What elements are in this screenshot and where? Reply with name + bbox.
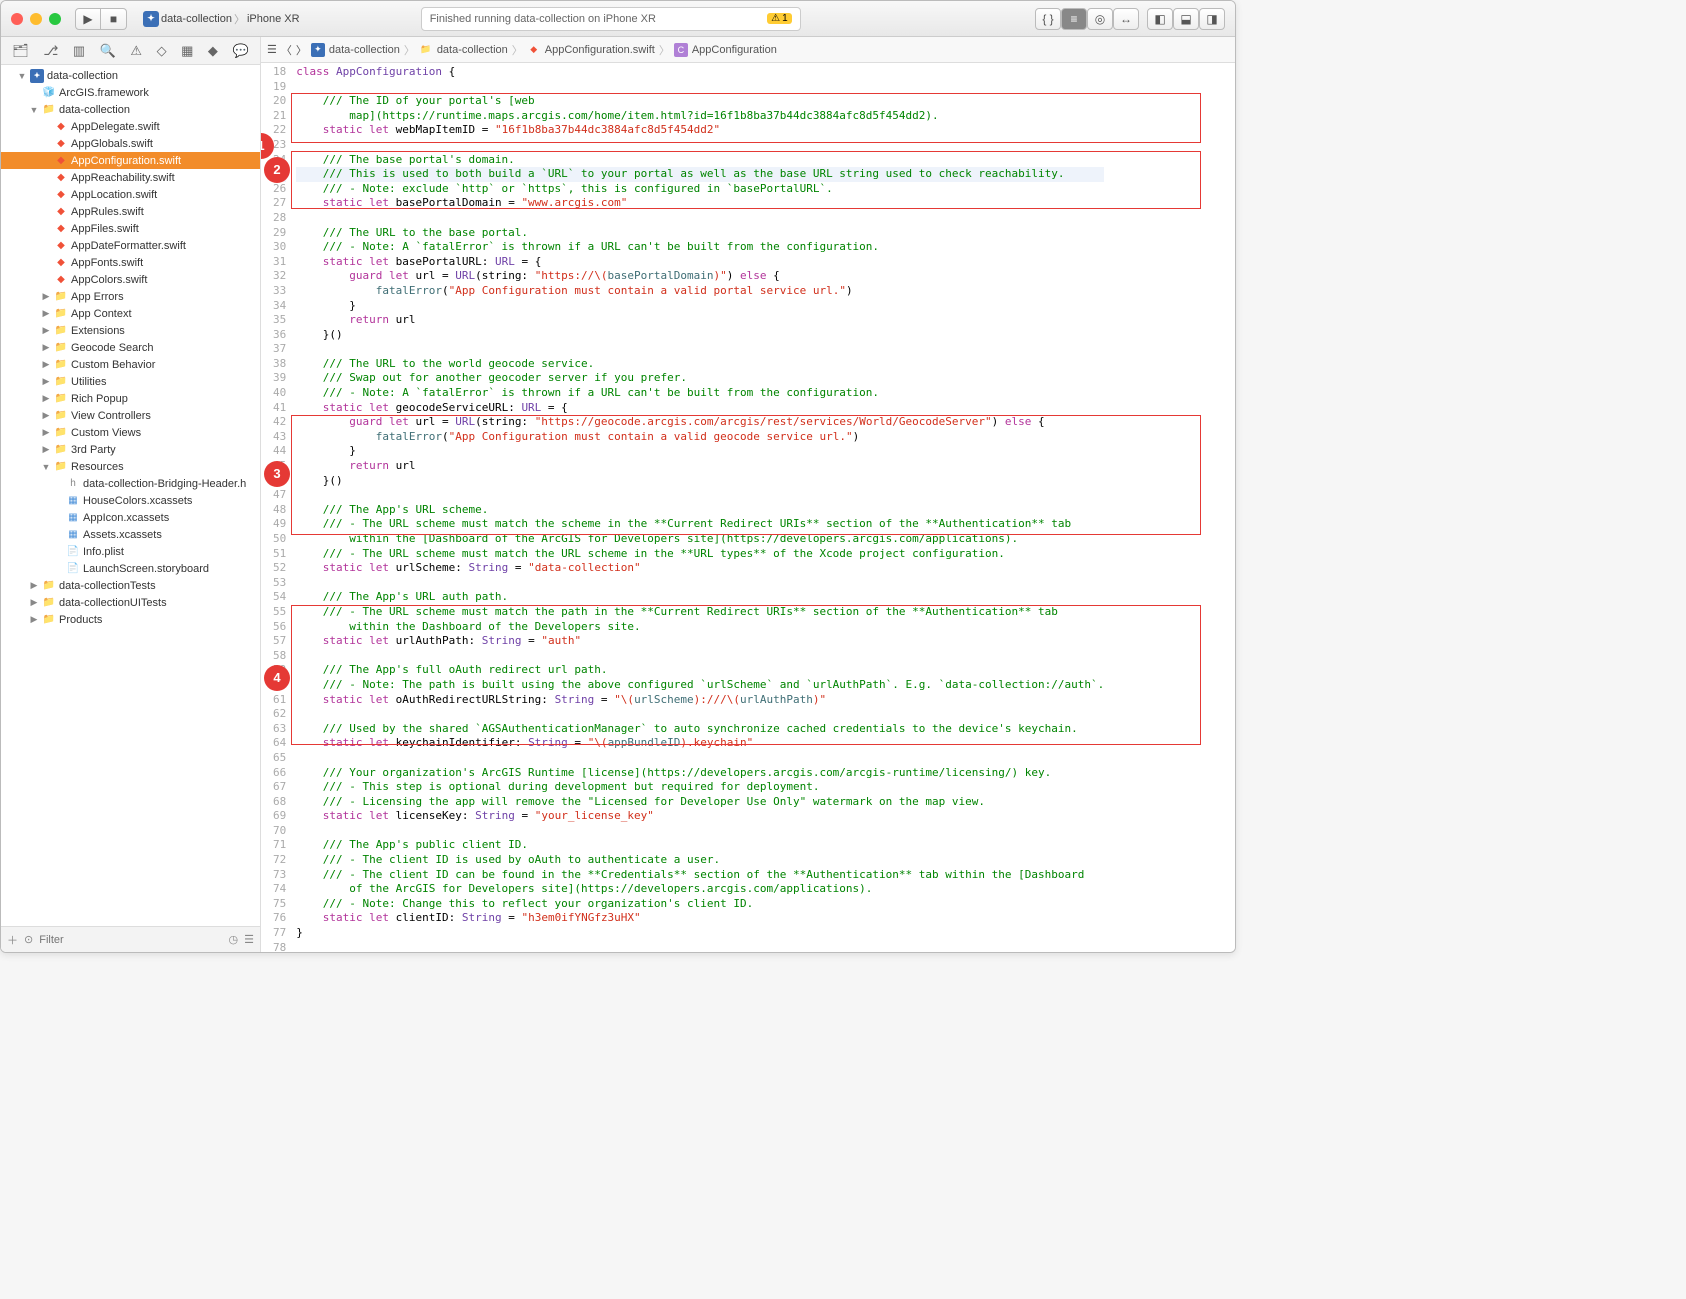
- toggle-debug-button[interactable]: ⬓: [1173, 8, 1199, 30]
- tree-item[interactable]: ▶📁data-collectionUITests: [1, 594, 260, 611]
- forward-button[interactable]: 〉: [296, 42, 307, 58]
- add-button[interactable]: ＋: [7, 932, 18, 948]
- tree-item[interactable]: ▶📁App Errors: [1, 288, 260, 305]
- jb-file[interactable]: AppConfiguration.swift: [545, 44, 655, 56]
- tree-item[interactable]: ▶📁Utilities: [1, 373, 260, 390]
- tree-item[interactable]: ◆AppGlobals.swift: [1, 135, 260, 152]
- tree-item[interactable]: ◆AppRules.swift: [1, 203, 260, 220]
- breakpoint-navigator-icon[interactable]: ◆: [208, 43, 218, 59]
- swift-icon: ◆: [527, 43, 541, 57]
- xcode-window: ▶ ■ ✦ data-collection 〉 iPhone XR Finish…: [0, 0, 1236, 953]
- scheme-selector[interactable]: ✦ data-collection 〉 iPhone XR: [143, 11, 300, 27]
- filter-bar: ＋ ⊙ ◷ ☰: [1, 926, 260, 952]
- tree-item[interactable]: 🧊ArcGIS.framework: [1, 84, 260, 101]
- folder-icon: 📁: [419, 43, 433, 57]
- editor-area: ☰ 〈 〉 ✦ data-collection〉 📁 data-collecti…: [261, 37, 1235, 952]
- filter-icon: ⊙: [24, 933, 33, 946]
- activity-view[interactable]: Finished running data-collection on iPho…: [421, 7, 801, 31]
- device-name: iPhone XR: [247, 13, 300, 25]
- source-editor[interactable]: 1819202122232425262728293031323334353637…: [261, 63, 1235, 952]
- tree-item[interactable]: 📄LaunchScreen.storyboard: [1, 560, 260, 577]
- tree-item[interactable]: hdata-collection-Bridging-Header.h: [1, 475, 260, 492]
- app-icon: ✦: [143, 11, 159, 27]
- tree-item[interactable]: ◆AppReachability.swift: [1, 169, 260, 186]
- toggle-inspector-button[interactable]: ◨: [1199, 8, 1225, 30]
- code-review-button[interactable]: { }: [1035, 8, 1061, 30]
- tree-item[interactable]: ▦Assets.xcassets: [1, 526, 260, 543]
- tree-item[interactable]: ▶📁Custom Views: [1, 424, 260, 441]
- tree-item[interactable]: ▼📁Resources: [1, 458, 260, 475]
- tree-item[interactable]: ▶📁Extensions: [1, 322, 260, 339]
- toolbar-right: { } ≡ ◎ ↔ ◧ ⬓ ◨: [1035, 8, 1225, 30]
- issue-navigator-icon[interactable]: ⚠: [130, 43, 142, 59]
- run-button[interactable]: ▶: [75, 8, 101, 30]
- project-tree[interactable]: ▼✦data-collection🧊ArcGIS.framework▼📁data…: [1, 65, 260, 926]
- scheme-name: data-collection: [161, 13, 232, 25]
- tree-item[interactable]: ▦HouseColors.xcassets: [1, 492, 260, 509]
- tree-item[interactable]: ▶📁Geocode Search: [1, 339, 260, 356]
- main-split: 🗂 ⎇ ▥ 🔍 ⚠ ◇ ▦ ◆ 💬 ▼✦data-collection🧊ArcG…: [1, 37, 1235, 952]
- tree-item[interactable]: ◆AppFonts.swift: [1, 254, 260, 271]
- stop-button[interactable]: ■: [101, 8, 127, 30]
- titlebar: ▶ ■ ✦ data-collection 〉 iPhone XR Finish…: [1, 1, 1235, 37]
- tree-item[interactable]: ▼✦data-collection: [1, 67, 260, 84]
- class-icon: C: [674, 43, 688, 57]
- tree-item[interactable]: ◆AppLocation.swift: [1, 186, 260, 203]
- back-button[interactable]: 〈: [281, 42, 292, 58]
- navigator-panel: 🗂 ⎇ ▥ 🔍 ⚠ ◇ ▦ ◆ 💬 ▼✦data-collection🧊ArcG…: [1, 37, 261, 952]
- tree-item[interactable]: 📄Info.plist: [1, 543, 260, 560]
- toggle-navigator-button[interactable]: ◧: [1147, 8, 1173, 30]
- jump-bar[interactable]: ☰ 〈 〉 ✦ data-collection〉 📁 data-collecti…: [261, 37, 1235, 63]
- project-navigator-icon[interactable]: 🗂: [12, 43, 29, 59]
- status-text: Finished running data-collection on iPho…: [430, 13, 656, 25]
- tree-item[interactable]: ▶📁App Context: [1, 305, 260, 322]
- filter-input[interactable]: [39, 934, 222, 946]
- standard-editor-button[interactable]: ≡: [1061, 8, 1087, 30]
- tree-item[interactable]: ◆AppColors.swift: [1, 271, 260, 288]
- zoom-icon[interactable]: [49, 13, 61, 25]
- test-navigator-icon[interactable]: ◇: [157, 43, 167, 59]
- recent-filter-icon[interactable]: ◷: [229, 933, 239, 946]
- tree-item[interactable]: ◆AppDelegate.swift: [1, 118, 260, 135]
- warning-badge[interactable]: ⚠ 1: [767, 13, 792, 24]
- tree-item[interactable]: ▦AppIcon.xcassets: [1, 509, 260, 526]
- tree-item[interactable]: ▼📁data-collection: [1, 101, 260, 118]
- tree-item[interactable]: ▶📁View Controllers: [1, 407, 260, 424]
- code-content[interactable]: class AppConfiguration { /// The ID of y…: [292, 63, 1108, 952]
- tree-item[interactable]: ▶📁Rich Popup: [1, 390, 260, 407]
- jb-folder[interactable]: data-collection: [437, 44, 508, 56]
- tree-item[interactable]: ◆AppConfiguration.swift: [1, 152, 260, 169]
- tree-item[interactable]: ◆AppFiles.swift: [1, 220, 260, 237]
- jb-project[interactable]: data-collection: [329, 44, 400, 56]
- close-icon[interactable]: [11, 13, 23, 25]
- minimize-icon[interactable]: [30, 13, 42, 25]
- version-editor-button[interactable]: ↔: [1113, 8, 1139, 30]
- report-navigator-icon[interactable]: 💬: [232, 43, 248, 59]
- tree-item[interactable]: ▶📁data-collectionTests: [1, 577, 260, 594]
- project-icon: ✦: [311, 43, 325, 57]
- navigator-selector: 🗂 ⎇ ▥ 🔍 ⚠ ◇ ▦ ◆ 💬: [1, 37, 260, 65]
- run-stop-group: ▶ ■: [75, 8, 127, 30]
- annotation-4: 4: [264, 665, 290, 691]
- jb-symbol[interactable]: AppConfiguration: [692, 44, 777, 56]
- scm-filter-icon[interactable]: ☰: [244, 933, 254, 946]
- related-items-icon[interactable]: ☰: [267, 43, 277, 56]
- debug-navigator-icon[interactable]: ▦: [181, 43, 193, 59]
- annotation-3: 3: [264, 461, 290, 487]
- line-gutter: 1819202122232425262728293031323334353637…: [261, 63, 292, 952]
- assistant-editor-button[interactable]: ◎: [1087, 8, 1113, 30]
- source-control-icon[interactable]: ⎇: [43, 43, 58, 59]
- tree-item[interactable]: ◆AppDateFormatter.swift: [1, 237, 260, 254]
- window-controls: [11, 13, 61, 25]
- annotation-2: 2: [264, 157, 290, 183]
- tree-item[interactable]: ▶📁Products: [1, 611, 260, 628]
- symbol-navigator-icon[interactable]: ▥: [73, 43, 85, 59]
- tree-item[interactable]: ▶📁3rd Party: [1, 441, 260, 458]
- tree-item[interactable]: ▶📁Custom Behavior: [1, 356, 260, 373]
- find-navigator-icon[interactable]: 🔍: [100, 43, 116, 59]
